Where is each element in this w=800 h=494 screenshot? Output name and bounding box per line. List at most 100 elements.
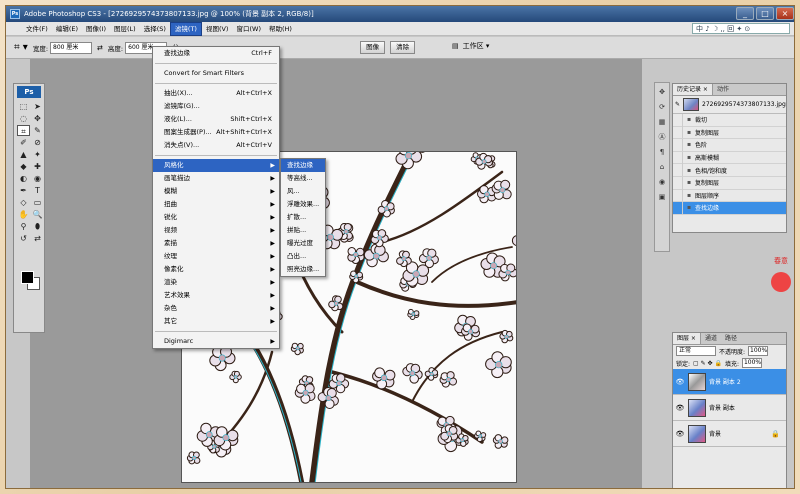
history-step[interactable]: ▪ 复制图层 [673,176,786,190]
stylize-menu-item[interactable]: 等高线... [281,172,325,185]
stylize-menu-item[interactable]: 拼贴... [281,224,325,237]
lock-icons[interactable]: ▢ ✎ ✥ 🔒 [693,360,722,367]
opacity-input[interactable]: 100% [748,346,769,356]
foreground-color-swatch[interactable] [21,271,34,284]
tool-icon-20[interactable]: ⚲ [17,221,30,232]
menu-4[interactable]: 图层(L) [110,23,140,35]
filter-menu-item[interactable]: 杂色 ▶ [153,302,279,315]
tool-icon-9[interactable]: ✦ [31,149,44,160]
dock-panel-icon[interactable]: ⌂ [656,161,668,173]
tab-paths[interactable]: 路径 [721,333,741,344]
filter-menu-item[interactable]: 艺术效果 ▶ [153,289,279,302]
history-source-checkbox[interactable] [673,138,683,151]
filter-menu-item[interactable]: 风格化 ▶ [153,159,279,172]
tool-icon-13[interactable]: ◉ [31,173,44,184]
dock-panel-icon[interactable]: ◉ [656,176,668,188]
tool-icon-15[interactable]: T [31,185,44,196]
filter-menu-item[interactable]: 其它 ▶ [153,315,279,328]
ime-toolbar[interactable]: 中 ♪ ☽ ,, 回 ✦ ⊙ [692,23,790,34]
blend-mode-select[interactable]: 正常 [676,346,716,356]
stylize-menu-item[interactable]: 查找边缘 [281,159,325,172]
dock-panel-icon[interactable]: ✥ [656,86,668,98]
front-image-button[interactable]: 图像 [360,41,386,54]
filter-menu-item[interactable]: Digimarc ▶ [153,335,279,348]
filter-menu-item[interactable]: 渲染 ▶ [153,276,279,289]
tool-icon-10[interactable]: ◆ [17,161,30,172]
stylize-menu-item[interactable]: 风... [281,185,325,198]
history-step[interactable]: ▪ 高斯模糊 [673,151,786,165]
stylize-menu-item[interactable]: 曝光过度 [281,237,325,250]
tab-layers[interactable]: 图层 × [673,333,701,344]
history-step[interactable]: ▪ 裁切 [673,113,786,127]
tool-icon-22[interactable]: ↺ [17,233,30,244]
swap-dimensions-icon[interactable]: ⇄ [97,44,103,52]
history-source-checkbox[interactable] [673,164,683,177]
tool-icon-11[interactable]: ✚ [31,161,44,172]
menu-9[interactable]: 帮助(H) [265,23,296,35]
dock-panel-icon[interactable]: ¶ [656,146,668,158]
history-source-checkbox[interactable] [673,176,683,189]
fill-input[interactable]: 100% [741,358,762,368]
history-step[interactable]: ▪ 色相/饱和度 [673,164,786,177]
minimize-button[interactable]: _ [736,7,754,20]
menu-2[interactable]: 编辑(E) [52,23,82,35]
tool-icon-17[interactable]: ▭ [31,197,44,208]
tool-icon-23[interactable]: ⇄ [31,233,44,244]
tool-icon-6[interactable]: ✐ [17,137,30,148]
maximize-button[interactable]: □ [756,7,774,20]
tool-icon-12[interactable]: ◐ [17,173,30,184]
eye-icon[interactable]: 👁 [675,404,685,412]
history-source-checkbox[interactable] [673,126,683,139]
filter-menu-item[interactable]: 滤镜库(G)... [153,100,279,113]
layer-row[interactable]: 👁 背景 副本 2 [673,369,786,395]
menu-8[interactable]: 窗口(W) [232,23,265,35]
dock-panel-icon[interactable]: ⟳ [656,101,668,113]
tool-icon-0[interactable]: ⬚ [17,101,30,112]
stylize-menu-item[interactable]: 凸出... [281,250,325,263]
menu-5[interactable]: 选择(S) [140,23,170,35]
history-step[interactable]: ▪ 查找边缘 [673,201,786,215]
filter-menu-item[interactable]: 消失点(V)... Alt+Ctrl+V [153,139,279,152]
dock-panel-icon[interactable]: ▦ [656,116,668,128]
tool-icon-16[interactable]: ◇ [17,197,30,208]
layer-row[interactable]: 👁 背景 副本 [673,395,786,421]
menu-6[interactable]: 滤镜(T) [169,21,202,36]
close-button[interactable]: × [776,7,794,20]
tool-icon-18[interactable]: ✋ [17,209,30,220]
tool-icon-21[interactable]: ⬮ [31,221,44,232]
stylize-menu-item[interactable]: 照亮边缘... [281,263,325,276]
history-step[interactable]: ▪ 复制图层 [673,126,786,140]
layer-row[interactable]: 👁 背景 🔒 [673,421,786,447]
filter-menu-item[interactable]: 锐化 ▶ [153,211,279,224]
clear-button[interactable]: 清除 [390,41,416,54]
tool-icon-19[interactable]: 🔍 [31,209,44,220]
filter-menu-item[interactable]: 视频 ▶ [153,224,279,237]
menu-1[interactable]: 文件(F) [22,23,52,35]
filter-menu-item[interactable]: 图案生成器(P)... Alt+Shift+Ctrl+X [153,126,279,139]
tool-icon-14[interactable]: ✒ [17,185,30,196]
filter-menu-item[interactable]: 查找边缘 Ctrl+F [153,47,279,60]
tool-icon-1[interactable]: ➤ [31,101,44,112]
filter-menu-item[interactable]: Convert for Smart Filters [153,67,279,80]
filter-menu-item[interactable]: 素描 ▶ [153,237,279,250]
tool-icon-8[interactable]: ▲ [17,149,30,160]
eye-icon[interactable]: 👁 [675,430,685,438]
history-source-checkbox[interactable] [673,201,683,214]
filter-menu-item[interactable]: 扭曲 ▶ [153,198,279,211]
workspace-menu[interactable]: 工作区 ▾ [463,41,490,51]
eye-icon[interactable]: 👁 [675,378,685,386]
filter-menu-item[interactable]: 像素化 ▶ [153,263,279,276]
history-snapshot[interactable]: ✎ 2726929574373807133.jpg [673,96,786,114]
tab-channels[interactable]: 通道 [701,333,721,344]
width-input[interactable]: 800 厘米 [50,41,93,54]
stylize-menu-item[interactable]: 扩散... [281,211,325,224]
history-step[interactable]: ▪ 图层顺序 [673,189,786,203]
tool-icon-5[interactable]: ✎ [31,125,44,136]
crop-tool-icon[interactable]: ⌗ ▾ [14,42,28,53]
history-source-checkbox[interactable] [673,113,683,126]
history-step[interactable]: ▪ 色阶 [673,138,786,152]
tool-icon-7[interactable]: ⊘ [31,137,44,148]
stylize-menu-item[interactable]: 浮雕效果... [281,198,325,211]
filter-menu-item[interactable]: 液化(L)... Shift+Ctrl+X [153,113,279,126]
history-source-checkbox[interactable] [673,151,683,164]
